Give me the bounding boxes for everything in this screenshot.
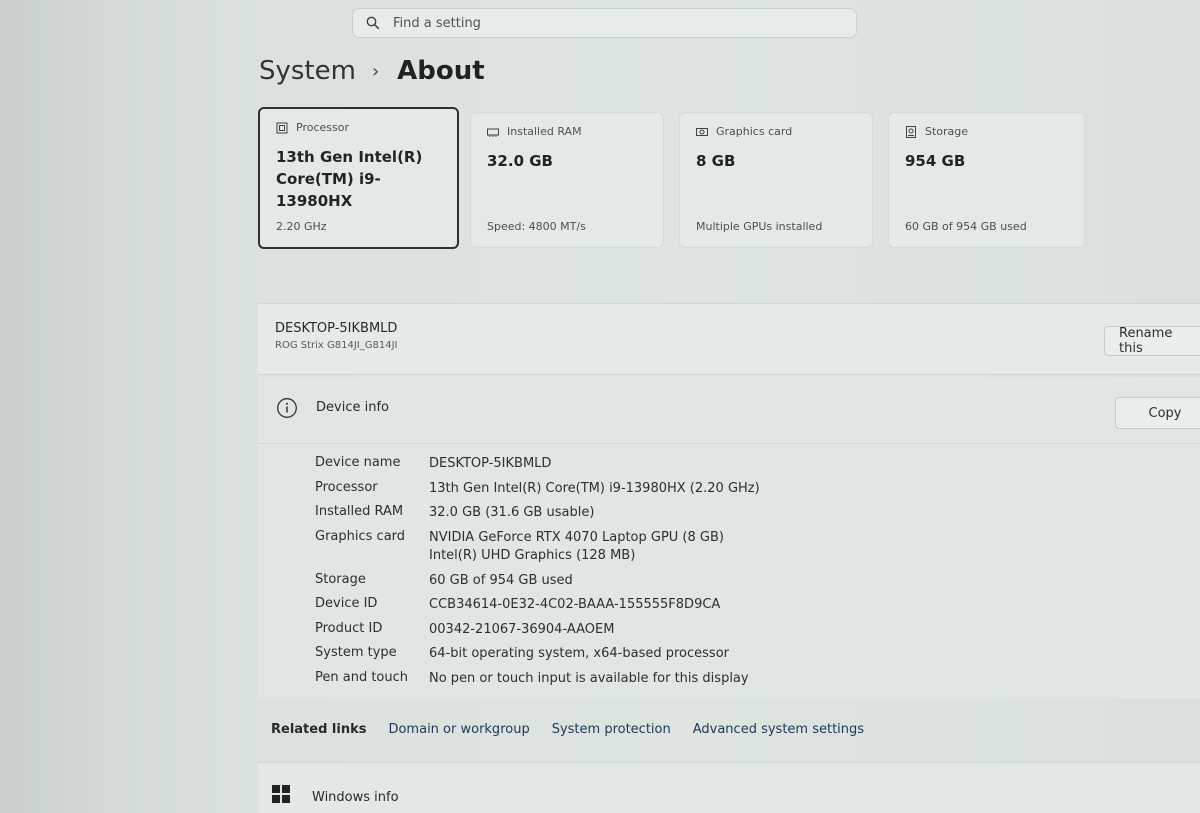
windows-info-title: Windows info xyxy=(312,790,399,805)
spec-row-device-id: Device ID CCB34614-0E32-4C02-BAAA-155555… xyxy=(315,596,721,612)
link-system-protection[interactable]: System protection xyxy=(552,722,671,737)
spec-row-product-id: Product ID 00342-21067-36904-AAOEM xyxy=(315,620,615,637)
spec-value-secondary: Intel(R) UHD Graphics (128 MB) xyxy=(429,547,636,563)
card-value: 32.0 GB xyxy=(487,152,553,170)
search-icon xyxy=(365,15,381,31)
breadcrumb-separator: › xyxy=(371,60,380,82)
breadcrumb: System › About xyxy=(259,56,485,86)
windows-info-section[interactable]: Windows info xyxy=(258,762,1200,813)
device-name-row: DESKTOP-5IKBMLD ROG Strix G814JI_G814JI … xyxy=(258,303,1200,375)
spec-row-storage: Storage 60 GB of 954 GB used xyxy=(315,571,573,588)
link-domain-or-workgroup[interactable]: Domain or workgroup xyxy=(388,722,529,737)
card-storage[interactable]: Storage 954 GB 60 GB of 954 GB used xyxy=(888,112,1085,248)
device-info-section: Device info Copy Device name DESKTOP-5IK… xyxy=(258,377,1200,699)
card-value: 13th Gen Intel(R) xyxy=(276,148,423,166)
rename-button[interactable]: Rename this xyxy=(1104,326,1200,356)
card-value-line2: Core(TM) i9-13980HX xyxy=(276,170,381,210)
spec-row-system-type: System type 64-bit operating system, x64… xyxy=(315,645,729,661)
search-input[interactable]: Find a setting xyxy=(352,8,857,38)
spec-row-pen-and-touch: Pen and touch No pen or touch input is a… xyxy=(315,669,749,686)
storage-icon xyxy=(905,125,917,138)
card-graphics-card[interactable]: Graphics card 8 GB Multiple GPUs install… xyxy=(679,112,873,248)
spec-value: NVIDIA GeForce RTX 4070 Laptop GPU (8 GB… xyxy=(429,529,724,545)
specs-list: Device name DESKTOP-5IKBMLD Processor 13… xyxy=(315,455,760,694)
search-placeholder: Find a setting xyxy=(393,15,481,31)
copy-button[interactable]: Copy xyxy=(1115,397,1200,429)
pc-name: DESKTOP-5IKBMLD xyxy=(275,321,398,336)
card-label: Graphics card xyxy=(716,125,793,138)
processor-icon xyxy=(276,122,288,134)
link-advanced-system-settings[interactable]: Advanced system settings xyxy=(693,722,864,737)
ram-icon xyxy=(487,126,499,138)
spec-row-graphics-card: Graphics card NVIDIA GeForce RTX 4070 La… xyxy=(315,528,724,563)
card-subtext: 2.20 GHz xyxy=(276,220,327,233)
related-links-label: Related links xyxy=(271,721,367,737)
spec-row-processor: Processor 13th Gen Intel(R) Core(TM) i9-… xyxy=(315,479,760,496)
card-subtext: Speed: 4800 MT/s xyxy=(487,220,586,233)
graphics-card-icon xyxy=(696,126,708,138)
page-title: About xyxy=(397,56,485,86)
spec-row-installed-ram: Installed RAM 32.0 GB (31.6 GB usable) xyxy=(315,504,595,520)
card-value: 954 GB xyxy=(905,152,966,170)
related-links: Related links Domain or workgroup System… xyxy=(258,703,1200,755)
spec-row-device-name: Device name DESKTOP-5IKBMLD xyxy=(315,455,552,471)
card-installed-ram[interactable]: Installed RAM 32.0 GB Speed: 4800 MT/s xyxy=(470,112,664,248)
card-label: Installed RAM xyxy=(507,125,582,138)
card-value: 8 GB xyxy=(696,152,736,170)
breadcrumb-parent[interactable]: System xyxy=(259,56,356,86)
card-label: Storage xyxy=(925,125,969,138)
info-icon xyxy=(276,397,298,419)
device-model: ROG Strix G814JI_G814JI xyxy=(275,340,398,351)
card-subtext: Multiple GPUs installed xyxy=(696,220,823,233)
card-processor[interactable]: Processor 13th Gen Intel(R) Core(TM) i9-… xyxy=(258,107,459,249)
card-label: Processor xyxy=(296,121,349,134)
card-subtext: 60 GB of 954 GB used xyxy=(905,220,1027,233)
device-info-header[interactable]: Device info Copy xyxy=(258,377,1200,444)
windows-logo-icon xyxy=(272,785,290,803)
device-info-title: Device info xyxy=(316,400,389,415)
